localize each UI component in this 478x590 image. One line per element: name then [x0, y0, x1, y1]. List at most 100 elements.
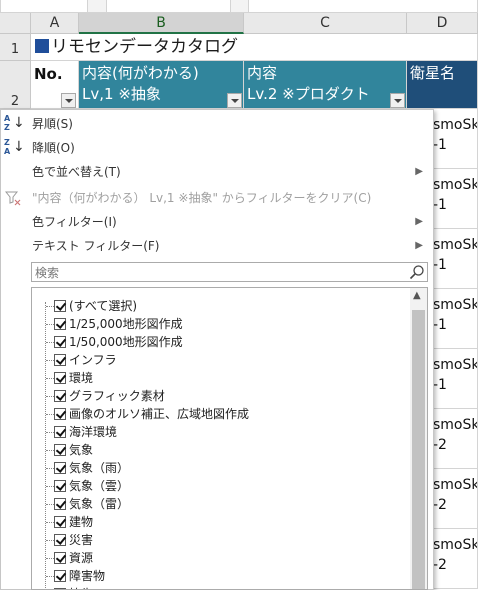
menu-text-filter-label: テキスト フィルター(F) [32, 239, 160, 253]
toolbar-box [106, 0, 231, 12]
checkbox-checked[interactable] [54, 300, 66, 312]
header-c-line2: Lv.2 ※プロダクト [247, 85, 370, 103]
tree-connector [46, 396, 54, 397]
filter-list-item[interactable]: 気象 [32, 441, 407, 459]
cell-d-data[interactable] [434, 529, 478, 589]
cell-d-data[interactable] [434, 109, 478, 169]
column-header-a[interactable]: A [31, 13, 79, 34]
tree-connector [46, 558, 54, 559]
filter-list-item[interactable]: 画像のオルソ補正、広域地図作成 [32, 405, 407, 423]
header-d-line1: 衛星名 [410, 64, 456, 82]
filter-item-label: 気象 [69, 443, 94, 457]
header-cell-content-lv1[interactable]: 内容(何がわかる) Lv,1 ※抽象 [79, 61, 244, 109]
checkbox-checked[interactable] [54, 408, 66, 420]
filter-item-label: グラフィック素材 [69, 389, 165, 403]
menu-clear-filter[interactable]: "内容（何がわかる） Lv,1 ※抽象" からフィルターをクリア(C) [1, 186, 433, 210]
filter-list-item[interactable]: 植生 [32, 585, 407, 589]
tree-connector [46, 378, 54, 379]
checkbox-checked[interactable] [54, 354, 66, 366]
filter-value-list[interactable]: (すべて選択) 1/25,000地形図作成 1/50,000地形図作成インフラ 環境グ… [31, 287, 428, 590]
name-box[interactable] [0, 0, 88, 12]
scroll-up-icon[interactable]: ▲ [413, 291, 421, 301]
filter-list-item[interactable]: グラフィック素材 [32, 387, 407, 405]
cell-d-data[interactable] [434, 289, 478, 349]
tree-connector [46, 522, 54, 523]
checkbox-checked[interactable] [54, 552, 66, 564]
sort-descending-icon: Z A ↓ [4, 138, 25, 156]
checkbox-checked[interactable] [54, 516, 66, 528]
filter-list-item[interactable]: 環境 [32, 369, 407, 387]
menu-sort-by-color-label: 色で並べ替え(T) [32, 165, 121, 179]
filter-item-label: 資源 [69, 551, 94, 565]
filter-button-b[interactable] [227, 93, 242, 108]
header-b-line1: 内容(何がわかる) [82, 64, 199, 82]
tree-connector [46, 576, 54, 577]
filter-list-item[interactable]: 1/25,000地形図作成 [32, 315, 407, 333]
filter-list-item[interactable]: 気象（雷） [32, 495, 407, 513]
checkbox-checked[interactable] [54, 534, 66, 546]
filter-list-item[interactable]: 海洋環境 [32, 423, 407, 441]
select-all-corner[interactable] [0, 13, 31, 34]
row-header-1[interactable]: 1 [0, 34, 31, 61]
header-cell-satellite[interactable]: 衛星名 [407, 61, 478, 109]
column-header-b[interactable]: B [79, 13, 244, 34]
cell-d-data[interactable] [434, 409, 478, 469]
filter-item-label: 1/50,000地形図作成 [69, 335, 183, 349]
filter-item-label: 建物 [69, 515, 94, 529]
row-header-2[interactable]: 2 [0, 61, 31, 109]
catalog-title-cell[interactable]: リモセンデータカタログ [31, 34, 407, 61]
filter-list-item[interactable]: 資源 [32, 549, 407, 567]
header-cell-content-lv2[interactable]: 内容 Lv.2 ※プロダクト [244, 61, 407, 109]
cell-d-data[interactable] [434, 169, 478, 229]
filter-list-item[interactable]: 気象（雨） [32, 459, 407, 477]
checkbox-checked[interactable] [54, 390, 66, 402]
column-header-d[interactable]: D [407, 13, 478, 34]
header-cell-no[interactable]: No. [31, 61, 79, 109]
filter-item-label: 植生 [69, 585, 93, 589]
menu-sort-ascending[interactable]: A Z ↓ 昇順(S) [1, 112, 433, 136]
filter-list-item[interactable]: 建物 [32, 513, 407, 531]
menu-sort-descending-label: 降順(O) [32, 141, 75, 155]
filter-button-c[interactable] [390, 93, 405, 108]
tree-connector [46, 432, 54, 433]
menu-sort-by-color[interactable]: 色で並べ替え(T) ▶ [1, 160, 433, 184]
tree-connector [46, 414, 54, 415]
checkbox-checked[interactable] [54, 336, 66, 348]
filter-list-item[interactable]: インフラ [32, 351, 407, 369]
filter-select-all[interactable]: (すべて選択) [32, 297, 407, 315]
checkbox-checked[interactable] [54, 372, 66, 384]
column-header-c[interactable]: C [244, 13, 407, 34]
checkbox-checked[interactable] [54, 498, 66, 510]
checkbox-checked[interactable] [54, 426, 66, 438]
scrollbar-thumb[interactable] [412, 310, 425, 589]
checkbox-checked[interactable] [54, 318, 66, 330]
filter-list-item[interactable]: 災害 [32, 531, 407, 549]
menu-sort-descending[interactable]: Z A ↓ 降順(O) [1, 136, 433, 160]
filter-search-input[interactable]: 検索 [31, 262, 428, 282]
cell-d1[interactable] [407, 34, 478, 61]
checkbox-checked[interactable] [54, 480, 66, 492]
cell-d-data[interactable] [434, 349, 478, 409]
tree-connector [46, 450, 54, 451]
filter-list-item[interactable]: 気象（雲） [32, 477, 407, 495]
sort-ascending-icon: A Z ↓ [4, 114, 25, 132]
cell-d-data[interactable] [434, 229, 478, 289]
formula-input[interactable] [248, 0, 478, 12]
tree-connector [46, 306, 54, 307]
filter-button-a[interactable] [61, 93, 76, 108]
checkbox-checked[interactable] [54, 444, 66, 456]
tree-connector [46, 504, 54, 505]
checkbox-checked[interactable] [54, 570, 66, 582]
cell-d-data[interactable] [434, 469, 478, 529]
header-b-line2: Lv,1 ※抽象 [82, 85, 161, 103]
search-icon [409, 265, 424, 280]
submenu-arrow-icon: ▶ [415, 216, 423, 227]
filter-list-item[interactable]: 1/50,000地形図作成 [32, 333, 407, 351]
menu-color-filter[interactable]: 色フィルター(I) ▶ [1, 210, 433, 234]
filter-list-item[interactable]: 障害物 [32, 567, 407, 585]
checkbox-checked[interactable] [54, 462, 66, 474]
submenu-arrow-icon: ▶ [415, 166, 423, 177]
list-scrollbar[interactable]: ▲ [410, 288, 427, 589]
filter-item-label: 海洋環境 [69, 425, 118, 439]
menu-text-filter[interactable]: テキスト フィルター(F) ▶ [1, 234, 433, 258]
